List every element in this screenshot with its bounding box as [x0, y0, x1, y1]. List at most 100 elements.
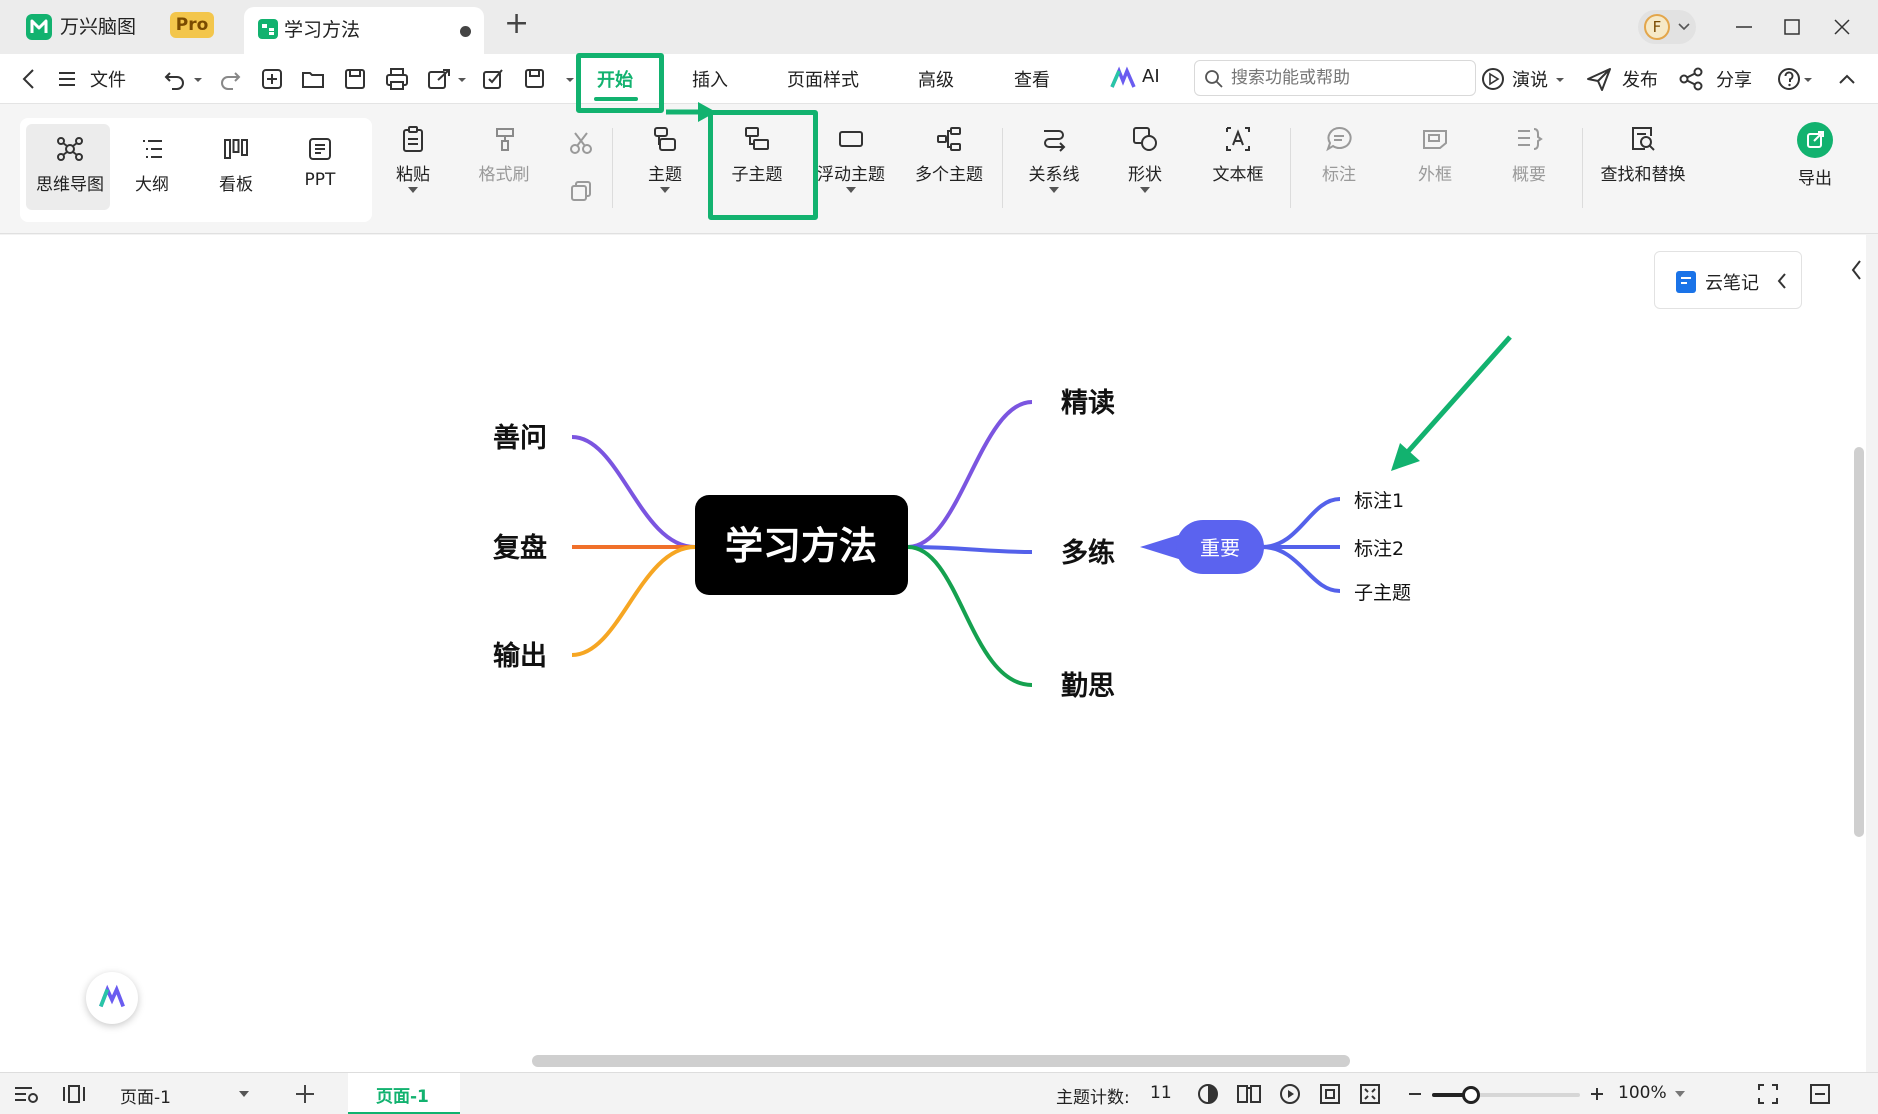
zoom-in-icon[interactable] — [1586, 1083, 1608, 1105]
chevron-down-icon[interactable] — [1794, 64, 1824, 94]
maximize-button[interactable] — [1772, 10, 1812, 44]
menu-icon[interactable] — [52, 64, 82, 94]
callout-button[interactable]: 标注 — [1314, 124, 1364, 185]
new-tab-button[interactable]: + — [504, 6, 529, 41]
tab-advanced[interactable]: 高级 — [918, 66, 954, 92]
fullscreen-icon[interactable] — [1756, 1082, 1780, 1106]
shape-dropdown-icon[interactable] — [1140, 187, 1150, 193]
close-button[interactable] — [1822, 10, 1862, 44]
side-panel-toggle[interactable] — [1838, 235, 1878, 305]
page-select[interactable]: 页面-1 — [108, 1077, 258, 1111]
search-box[interactable] — [1194, 60, 1476, 96]
page-list-icon[interactable] — [60, 1083, 88, 1105]
central-topic[interactable]: 学习方法 — [725, 524, 877, 568]
floating-topic-button[interactable]: 浮动主题 — [816, 124, 886, 193]
book-view-icon[interactable] — [1236, 1082, 1262, 1106]
relationship-dropdown-icon[interactable] — [1049, 187, 1059, 193]
multiple-topics-button[interactable]: 多个主题 — [914, 124, 984, 185]
fit-page-icon[interactable] — [1318, 1082, 1342, 1106]
back-icon[interactable] — [14, 64, 44, 94]
view-kanban-button[interactable]: 看板 — [206, 134, 266, 195]
topic-button[interactable]: 主题 — [640, 124, 690, 193]
floating-topic-dropdown-icon[interactable] — [846, 187, 856, 193]
textbox-button[interactable]: 文本框 — [1208, 124, 1268, 185]
topic-dropdown-icon[interactable] — [660, 187, 670, 193]
summary-button[interactable]: 概要 — [1504, 124, 1554, 185]
ai-assistant-button[interactable] — [86, 972, 138, 1024]
zoom-slider[interactable] — [1432, 1086, 1580, 1104]
shape-button[interactable]: 形状 — [1120, 124, 1170, 193]
tab-insert[interactable]: 插入 — [692, 66, 728, 92]
callout-subtopic-3[interactable]: 子主题 — [1354, 582, 1411, 604]
zoom-slider-thumb[interactable] — [1462, 1086, 1480, 1104]
file-menu[interactable]: 文件 — [90, 66, 126, 92]
cloud-note-button[interactable]: 云笔记 — [1654, 251, 1802, 309]
fit-width-icon[interactable] — [1358, 1082, 1382, 1106]
edit-check-icon[interactable] — [478, 64, 508, 94]
chevron-down-icon[interactable] — [1674, 1089, 1686, 1099]
play-circle-icon[interactable] — [1478, 64, 1508, 94]
present-button[interactable]: 演说 — [1512, 66, 1548, 92]
unsaved-dot-icon[interactable] — [460, 26, 471, 37]
zoom-out-icon[interactable] — [1404, 1083, 1426, 1105]
save-icon[interactable] — [340, 64, 370, 94]
topic-duolian[interactable]: 多练 — [1061, 537, 1115, 569]
paste-dropdown-icon[interactable] — [408, 187, 418, 193]
mindmap-canvas[interactable]: 学习方法 善问 复盘 输出 精读 多练 勤思 重要 标注1 标注2 子主题 云笔… — [0, 235, 1866, 1072]
boundary-button[interactable]: 外框 — [1410, 124, 1460, 185]
page-tab[interactable]: 页面-1 — [348, 1073, 460, 1114]
callout-subtopic-2[interactable]: 标注2 — [1354, 538, 1404, 560]
pro-badge[interactable]: Pro — [170, 12, 214, 38]
open-folder-icon[interactable] — [298, 64, 328, 94]
topic-shanwen[interactable]: 善问 — [493, 422, 547, 454]
topic-shuchu[interactable]: 输出 — [493, 640, 547, 672]
ribbon-toolbar: 思维导图 大纲 看板 PPT 粘贴 格式刷 主题 子主题 浮动主题 多个主题 关… — [0, 104, 1878, 234]
ai-logo-icon[interactable] — [1108, 64, 1138, 94]
tab-view[interactable]: 查看 — [1014, 66, 1050, 92]
topic-qinsi[interactable]: 勤思 — [1061, 671, 1115, 702]
view-outline-button[interactable]: 大纲 — [122, 134, 182, 195]
minimize-panel-icon[interactable] — [1808, 1082, 1832, 1106]
format-painter-button[interactable]: 格式刷 — [474, 124, 534, 185]
redo-icon[interactable] — [215, 64, 245, 94]
copy-icon[interactable] — [566, 176, 596, 206]
document-tab[interactable]: 学习方法 — [244, 7, 484, 54]
app-name[interactable]: 万兴脑图 — [60, 12, 136, 39]
topic-jingdu[interactable]: 精读 — [1061, 388, 1115, 419]
save-as-icon[interactable] — [520, 64, 550, 94]
vertical-scrollbar[interactable] — [1854, 447, 1864, 837]
outline-panel-icon[interactable] — [12, 1083, 40, 1105]
horizontal-scrollbar[interactable] — [532, 1055, 1350, 1067]
chevron-down-icon[interactable] — [1546, 64, 1576, 94]
scissors-icon[interactable] — [566, 128, 596, 158]
clipboard-icon — [403, 126, 423, 152]
paste-button[interactable]: 粘贴 — [388, 124, 438, 193]
chevron-down-icon[interactable] — [448, 64, 478, 94]
callout-label[interactable]: 重要 — [1200, 536, 1240, 560]
callout-subtopic-1[interactable]: 标注1 — [1354, 490, 1404, 512]
user-avatar[interactable]: F — [1638, 10, 1696, 44]
view-ppt-button[interactable]: PPT — [290, 134, 350, 190]
export-button[interactable]: 导出 — [1790, 122, 1840, 189]
tab-page-style[interactable]: 页面样式 — [787, 66, 859, 92]
zoom-value[interactable]: 100% — [1618, 1083, 1667, 1103]
collapse-ribbon-icon[interactable] — [1832, 64, 1862, 94]
add-page-icon[interactable] — [292, 1081, 318, 1107]
share-icon[interactable] — [1676, 64, 1706, 94]
play-icon[interactable] — [1278, 1082, 1302, 1106]
print-icon[interactable] — [382, 64, 412, 94]
view-mindmap-button[interactable]: 思维导图 — [30, 134, 110, 195]
new-file-icon[interactable] — [257, 64, 287, 94]
ai-button[interactable]: AI — [1142, 66, 1160, 87]
theme-icon[interactable] — [1196, 1082, 1220, 1106]
send-icon[interactable] — [1584, 64, 1614, 94]
search-input[interactable] — [1231, 66, 1467, 90]
share-button[interactable]: 分享 — [1716, 66, 1752, 92]
topic-fupan[interactable]: 复盘 — [493, 532, 547, 564]
minimize-button[interactable] — [1724, 10, 1764, 44]
relationship-button[interactable]: 关系线 — [1024, 124, 1084, 193]
publish-button[interactable]: 发布 — [1622, 66, 1658, 92]
find-replace-button[interactable]: 查找和替换 — [1598, 124, 1688, 185]
chevron-down-icon[interactable] — [184, 64, 214, 94]
mindmap-diagram[interactable]: 学习方法 善问 复盘 输出 精读 多练 勤思 重要 标注1 标注2 子主题 — [0, 235, 1866, 1072]
